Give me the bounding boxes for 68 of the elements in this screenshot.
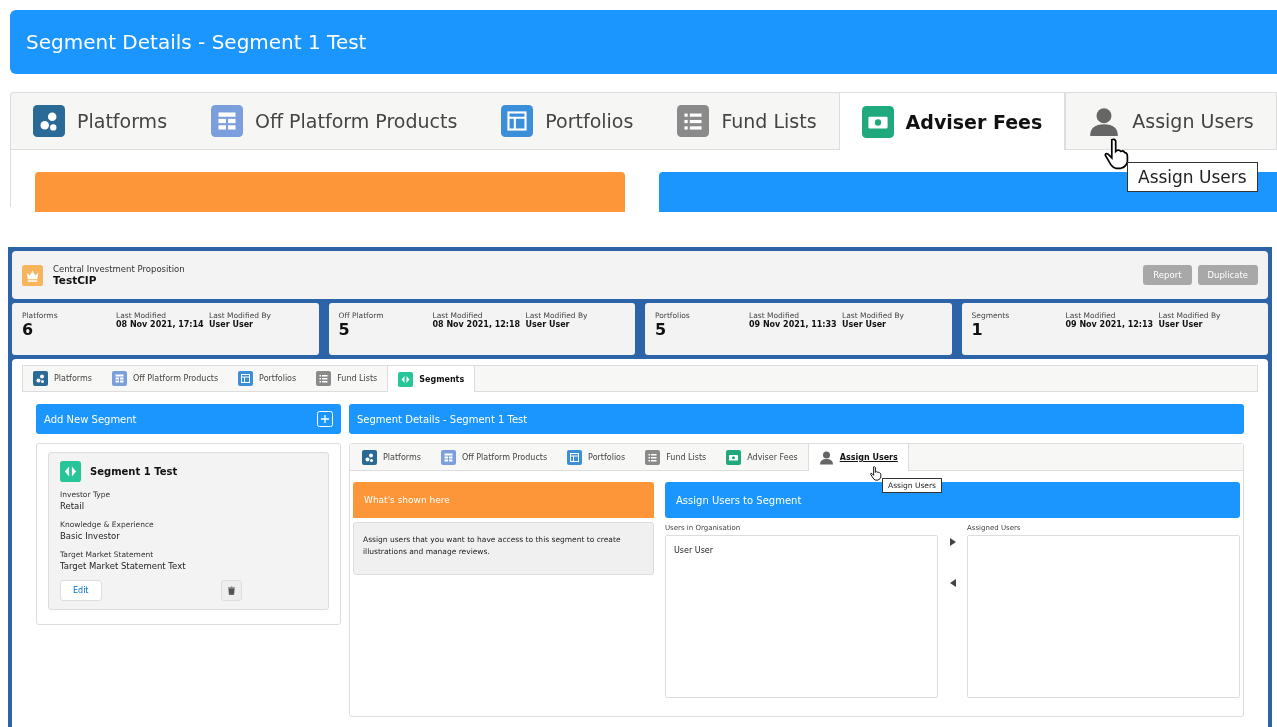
segment-name: Segment 1 Test: [90, 466, 178, 477]
tooltip: Assign Users: [1127, 162, 1258, 192]
tab[interactable]: Platforms: [352, 444, 431, 470]
tab[interactable]: Platforms: [11, 93, 190, 149]
list-icon: [316, 371, 332, 386]
edit-button[interactable]: Edit: [60, 580, 102, 601]
stat-value: 6: [22, 320, 35, 339]
layout-icon: [567, 449, 583, 465]
tab[interactable]: Portfolios: [557, 444, 636, 470]
record-title: TestCIP: [53, 274, 98, 286]
stat-value: 1: [971, 320, 984, 339]
panel-title: Add New Segment: [44, 413, 137, 425]
tab[interactable]: Segments: [387, 366, 476, 392]
list-icon: [645, 449, 661, 465]
nodes-icon: [33, 371, 48, 386]
panel-title: Segment Details - Segment 1 Test: [357, 413, 528, 425]
tab[interactable]: Fund Lists: [655, 93, 839, 149]
tab[interactable]: Adviser Fees: [838, 93, 1066, 150]
tab[interactable]: Portfolios: [228, 366, 307, 391]
table-icon: [111, 371, 127, 386]
tab[interactable]: Off Platform Products: [189, 93, 480, 149]
left-arrow-icon[interactable]: [949, 579, 956, 587]
panel-title: Assign Users to Segment: [676, 494, 802, 506]
nodes-icon: [362, 449, 377, 465]
right-arrow-icon[interactable]: [949, 538, 956, 546]
layout-icon: [238, 371, 254, 386]
field-value: Basic Investor: [60, 531, 121, 541]
field-value: Retail: [60, 501, 86, 511]
info-title: What's shown here: [364, 495, 450, 505]
list-icon: [677, 105, 710, 137]
tab[interactable]: Fund Lists: [635, 444, 717, 470]
person-icon: [1088, 105, 1121, 137]
hand-cursor-icon: [870, 466, 882, 481]
tab[interactable]: Platforms: [23, 366, 102, 391]
banknote-icon: [726, 449, 742, 465]
trash-icon: [227, 586, 236, 595]
stat-value: 5: [338, 320, 351, 339]
tab[interactable]: Portfolios: [479, 93, 656, 149]
layout-icon: [501, 105, 534, 137]
stat-user: User User: [1158, 320, 1204, 329]
tab[interactable]: Fund Lists: [306, 366, 388, 391]
crown-icon: [22, 264, 43, 286]
arrows-icon: [60, 461, 81, 482]
table-icon: [211, 105, 244, 137]
stat-date: 09 Nov 2021, 11:33: [749, 320, 838, 329]
user-list-item[interactable]: User User: [674, 546, 929, 555]
nodes-icon: [33, 105, 65, 137]
user-list-box[interactable]: User User: [665, 535, 938, 698]
stat-date: 09 Nov 2021, 12:13: [1065, 320, 1155, 329]
banknote-icon: [861, 105, 894, 138]
tab[interactable]: Assign Users: [807, 444, 909, 471]
stat-date: 08 Nov 2021, 17:14: [116, 320, 205, 329]
plus-icon[interactable]: [317, 411, 333, 427]
field-value: Target Market Statement Text: [60, 561, 187, 571]
stat-user: User User: [525, 320, 571, 329]
table-icon: [440, 449, 456, 465]
record-type-label: Central Investment Proposition: [53, 264, 185, 274]
stat-user: User User: [209, 320, 255, 329]
stat-user: User User: [842, 320, 888, 329]
stat-value: 5: [655, 320, 668, 339]
panel-title: Segment Details - Segment 1 Test: [26, 30, 367, 54]
tab[interactable]: Adviser Fees: [716, 444, 808, 470]
person-icon: [818, 450, 834, 465]
delete-button[interactable]: [221, 580, 242, 601]
arrows-icon: [398, 371, 414, 387]
tab[interactable]: Off Platform Products: [430, 444, 558, 470]
stat-date: 08 Nov 2021, 12:18: [432, 320, 522, 329]
tab[interactable]: Off Platform Products: [101, 366, 229, 391]
